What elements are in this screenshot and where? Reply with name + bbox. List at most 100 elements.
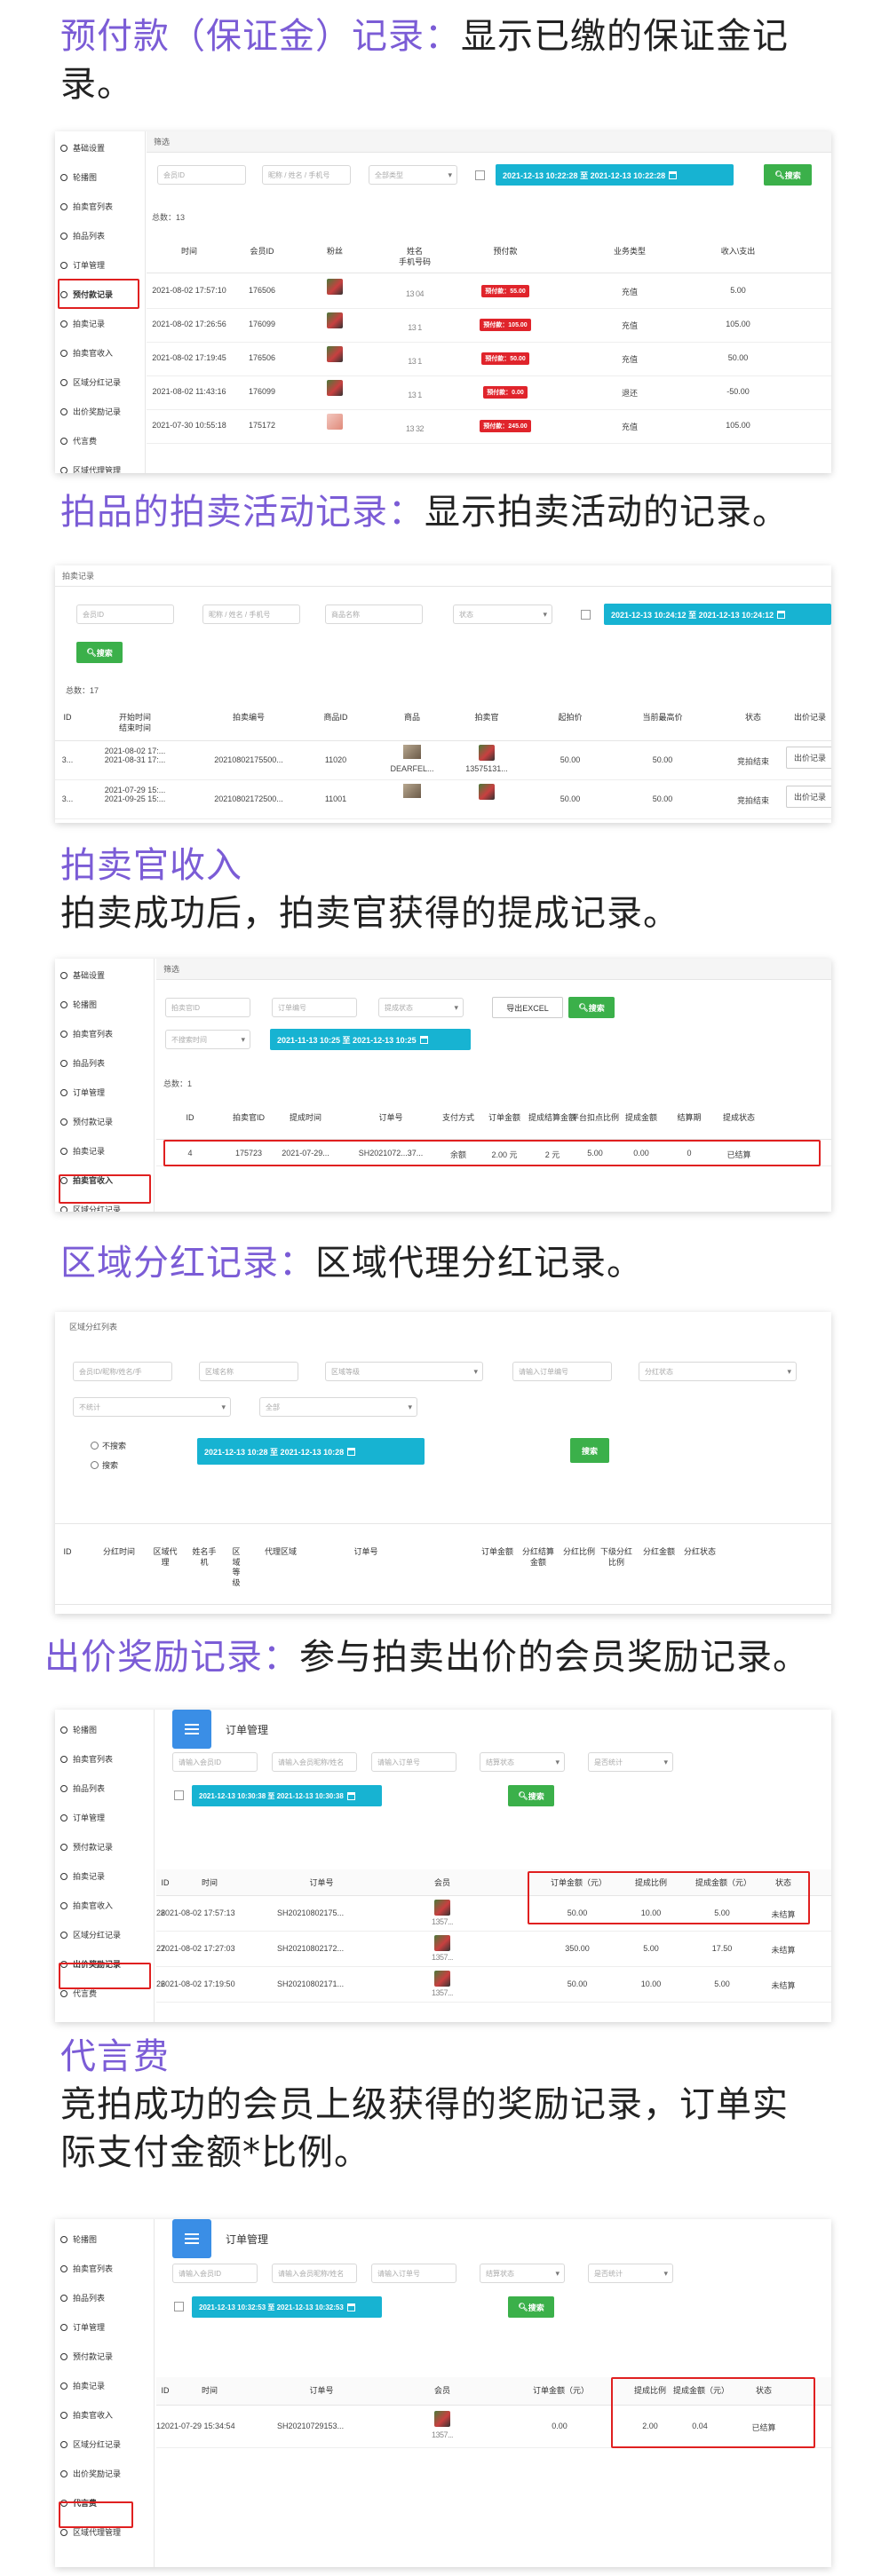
column-header: 订单号 bbox=[378, 1113, 403, 1122]
member-name-input[interactable]: 请输入会员昵称/姓名 bbox=[272, 1752, 357, 1772]
commission-state-select[interactable]: 提成状态 bbox=[378, 998, 464, 1017]
sidebar-item[interactable]: 拍卖官列表 bbox=[55, 1019, 154, 1048]
sidebar-item[interactable]: 订单管理 bbox=[55, 1078, 154, 1107]
table-cell: SH20210729153... bbox=[277, 2422, 345, 2430]
sidebar-item[interactable]: 拍卖官列表 bbox=[55, 1744, 154, 1774]
date-checkbox[interactable] bbox=[174, 2302, 184, 2311]
table-cell: SH20210802175... bbox=[277, 1908, 345, 1917]
sidebar-item[interactable]: 基础设置 bbox=[55, 133, 145, 162]
sidebar-item[interactable]: 拍卖官收入 bbox=[55, 338, 145, 367]
bid-record-button[interactable]: 出价记录 bbox=[785, 747, 831, 769]
sidebar-item[interactable]: 代言费 bbox=[55, 426, 145, 455]
member-id-input[interactable]: 会员ID bbox=[157, 165, 246, 185]
type-select[interactable]: 全部类型 bbox=[369, 165, 457, 185]
sidebar-item-label: 订单管理 bbox=[73, 261, 106, 270]
sidebar-item[interactable]: 拍卖记录 bbox=[55, 309, 145, 338]
sidebar-item[interactable]: 拍卖官列表 bbox=[55, 192, 145, 221]
area-name-input[interactable]: 区域名称 bbox=[199, 1362, 298, 1381]
sidebar-item[interactable]: 预付款记录 bbox=[55, 1832, 154, 1861]
all-select[interactable]: 全部 bbox=[259, 1397, 417, 1417]
sidebar-item[interactable]: 出价奖励记录 bbox=[55, 397, 145, 426]
table-row: 27 2021-08-02 17:27:03 SH20210802172... 135… bbox=[156, 1932, 831, 1967]
sidebar-item[interactable]: 拍品列表 bbox=[55, 221, 145, 250]
sidebar-item[interactable]: 订单管理 bbox=[55, 1803, 154, 1832]
search-button[interactable]: 🔍︎ 搜索 bbox=[508, 1785, 554, 1806]
sidebar-item[interactable]: 区域分红记录 bbox=[55, 1920, 154, 1949]
export-excel-button[interactable]: 导出EXCEL bbox=[492, 997, 563, 1018]
order-no-input[interactable]: 订单编号 bbox=[272, 998, 357, 1017]
member-search-input[interactable]: 会员ID/昵称/姓名/手 bbox=[73, 1362, 172, 1381]
sidebar-item[interactable]: 拍品列表 bbox=[55, 2283, 154, 2312]
sidebar-item[interactable]: 基础设置 bbox=[55, 960, 154, 990]
table-row: 3... 2021-08-02 17:... 2021-08-31 17:... 20… bbox=[55, 741, 831, 780]
dividend-state-select[interactable]: 分红状态 bbox=[639, 1362, 797, 1381]
search-button[interactable]: 🔍︎ 搜索 bbox=[508, 2296, 554, 2318]
column-header: 订单号 bbox=[309, 2386, 334, 2395]
search-button[interactable]: 🔍︎ 搜索 bbox=[764, 164, 812, 186]
area-level-select[interactable]: 区域等级 bbox=[325, 1362, 483, 1381]
sidebar-item[interactable]: 区域代理管理 bbox=[55, 455, 145, 473]
sidebar-item[interactable]: 拍卖官列表 bbox=[55, 2254, 154, 2283]
member-id-input[interactable]: 请输入会员ID bbox=[172, 1752, 258, 1772]
heading-text-line2: 录。 bbox=[60, 64, 133, 105]
date-range-button[interactable]: 2021-12-13 10:28 至 2021-12-13 10:28 bbox=[197, 1438, 425, 1465]
table-cell: SH20210802172... bbox=[277, 1944, 345, 1953]
sidebar-item[interactable]: 拍品列表 bbox=[55, 1774, 154, 1803]
search-button[interactable]: 🔍︎ 搜索 bbox=[568, 997, 615, 1018]
order-no-input[interactable]: 请输入订单号 bbox=[371, 2264, 456, 2283]
search-button[interactable]: 搜索 bbox=[570, 1438, 609, 1463]
sidebar-item[interactable]: 区域分红记录 bbox=[55, 2430, 154, 2459]
bid-record-button[interactable]: 出价记录 bbox=[785, 786, 831, 808]
sidebar-item[interactable]: 出价奖励记录 bbox=[55, 2459, 154, 2488]
sidebar-item[interactable]: 订单管理 bbox=[55, 2312, 154, 2342]
radio-no-search[interactable]: 不搜索 bbox=[91, 1440, 126, 1451]
stat-select[interactable]: 是否统计 bbox=[588, 2264, 673, 2283]
order-no-input[interactable]: 请输入订单编号 bbox=[512, 1362, 612, 1381]
circle-icon bbox=[60, 2264, 67, 2272]
date-checkbox[interactable] bbox=[475, 170, 485, 180]
date-range-button[interactable]: 2021-12-13 10:24:12 至 2021-12-13 10:24:1… bbox=[604, 604, 831, 625]
sidebar-item[interactable]: 拍卖记录 bbox=[55, 1136, 154, 1166]
member-name-input[interactable]: 请输入会员昵称/姓名 bbox=[272, 2264, 357, 2283]
sidebar-item[interactable]: 预付款记录 bbox=[55, 2342, 154, 2371]
date-checkbox[interactable] bbox=[581, 610, 591, 620]
settle-state-select[interactable]: 结算状态 bbox=[480, 2264, 565, 2283]
date-range-button[interactable]: 2021-11-13 10:25 至 2021-12-13 10:25 bbox=[270, 1029, 471, 1050]
name-search-input[interactable]: 昵称 / 姓名 / 手机号 bbox=[262, 165, 351, 185]
state-select[interactable]: 状态 bbox=[453, 604, 552, 624]
member-id-input[interactable]: 请输入会员ID bbox=[172, 2264, 258, 2283]
panel-title: 区域分红列表 bbox=[55, 1312, 831, 1341]
officer-id-input[interactable]: 拍卖官ID bbox=[165, 998, 250, 1017]
stat-select[interactable]: 不统计 bbox=[73, 1397, 231, 1417]
date-checkbox[interactable] bbox=[174, 1790, 184, 1800]
circle-icon bbox=[60, 2411, 67, 2419]
goods-name-input[interactable]: 商品名称 bbox=[325, 604, 423, 624]
radio-search[interactable]: 搜索 bbox=[91, 1459, 118, 1471]
sidebar-item[interactable]: 拍卖官收入 bbox=[55, 2400, 154, 2430]
search-icon: 🔍︎ bbox=[774, 170, 785, 179]
sidebar-item[interactable]: 轮播图 bbox=[55, 2224, 154, 2254]
member-id-input[interactable]: 会员ID bbox=[76, 604, 174, 624]
sidebar-item[interactable]: 轮播图 bbox=[55, 162, 145, 192]
settle-state-select[interactable]: 结算状态 bbox=[480, 1752, 565, 1772]
search-button[interactable]: 🔍︎ 搜索 bbox=[76, 642, 123, 663]
time-filter-select[interactable]: 不搜索时间 bbox=[165, 1030, 250, 1049]
date-range-button[interactable]: 2021-12-13 10:22:28 至 2021-12-13 10:22:2… bbox=[496, 164, 734, 186]
sidebar-item[interactable]: 区域分红记录 bbox=[55, 367, 145, 397]
sidebar-item[interactable]: 轮播图 bbox=[55, 1715, 154, 1744]
name-search-input[interactable]: 昵称 / 姓名 / 手机号 bbox=[202, 604, 300, 624]
table-row: 2021-08-02 11:43:16 176099 13 1 预付款：0.00 退还 -… bbox=[147, 376, 831, 410]
sidebar-item[interactable]: 轮播图 bbox=[55, 990, 154, 1019]
search-label: 搜索 bbox=[588, 1003, 605, 1013]
order-no-input[interactable]: 请输入订单号 bbox=[371, 1752, 456, 1772]
stat-select[interactable]: 是否统计 bbox=[588, 1752, 673, 1772]
sidebar-item-label: 拍卖官列表 bbox=[73, 2264, 114, 2273]
sidebar-item[interactable]: 预付款记录 bbox=[55, 1107, 154, 1136]
sidebar-item[interactable]: 拍品列表 bbox=[55, 1048, 154, 1078]
table-cell: 20210802172500... bbox=[214, 794, 283, 803]
sidebar-item[interactable]: 订单管理 bbox=[55, 250, 145, 280]
date-range-button[interactable]: 2021-12-13 10:30:38 至 2021-12-13 10:30:3… bbox=[192, 1785, 382, 1806]
date-range-button[interactable]: 2021-12-13 10:32:53 至 2021-12-13 10:32:5… bbox=[192, 2296, 382, 2318]
sidebar-item[interactable]: 拍卖官收入 bbox=[55, 1891, 154, 1920]
total-count: 总数：13 bbox=[152, 213, 186, 222]
